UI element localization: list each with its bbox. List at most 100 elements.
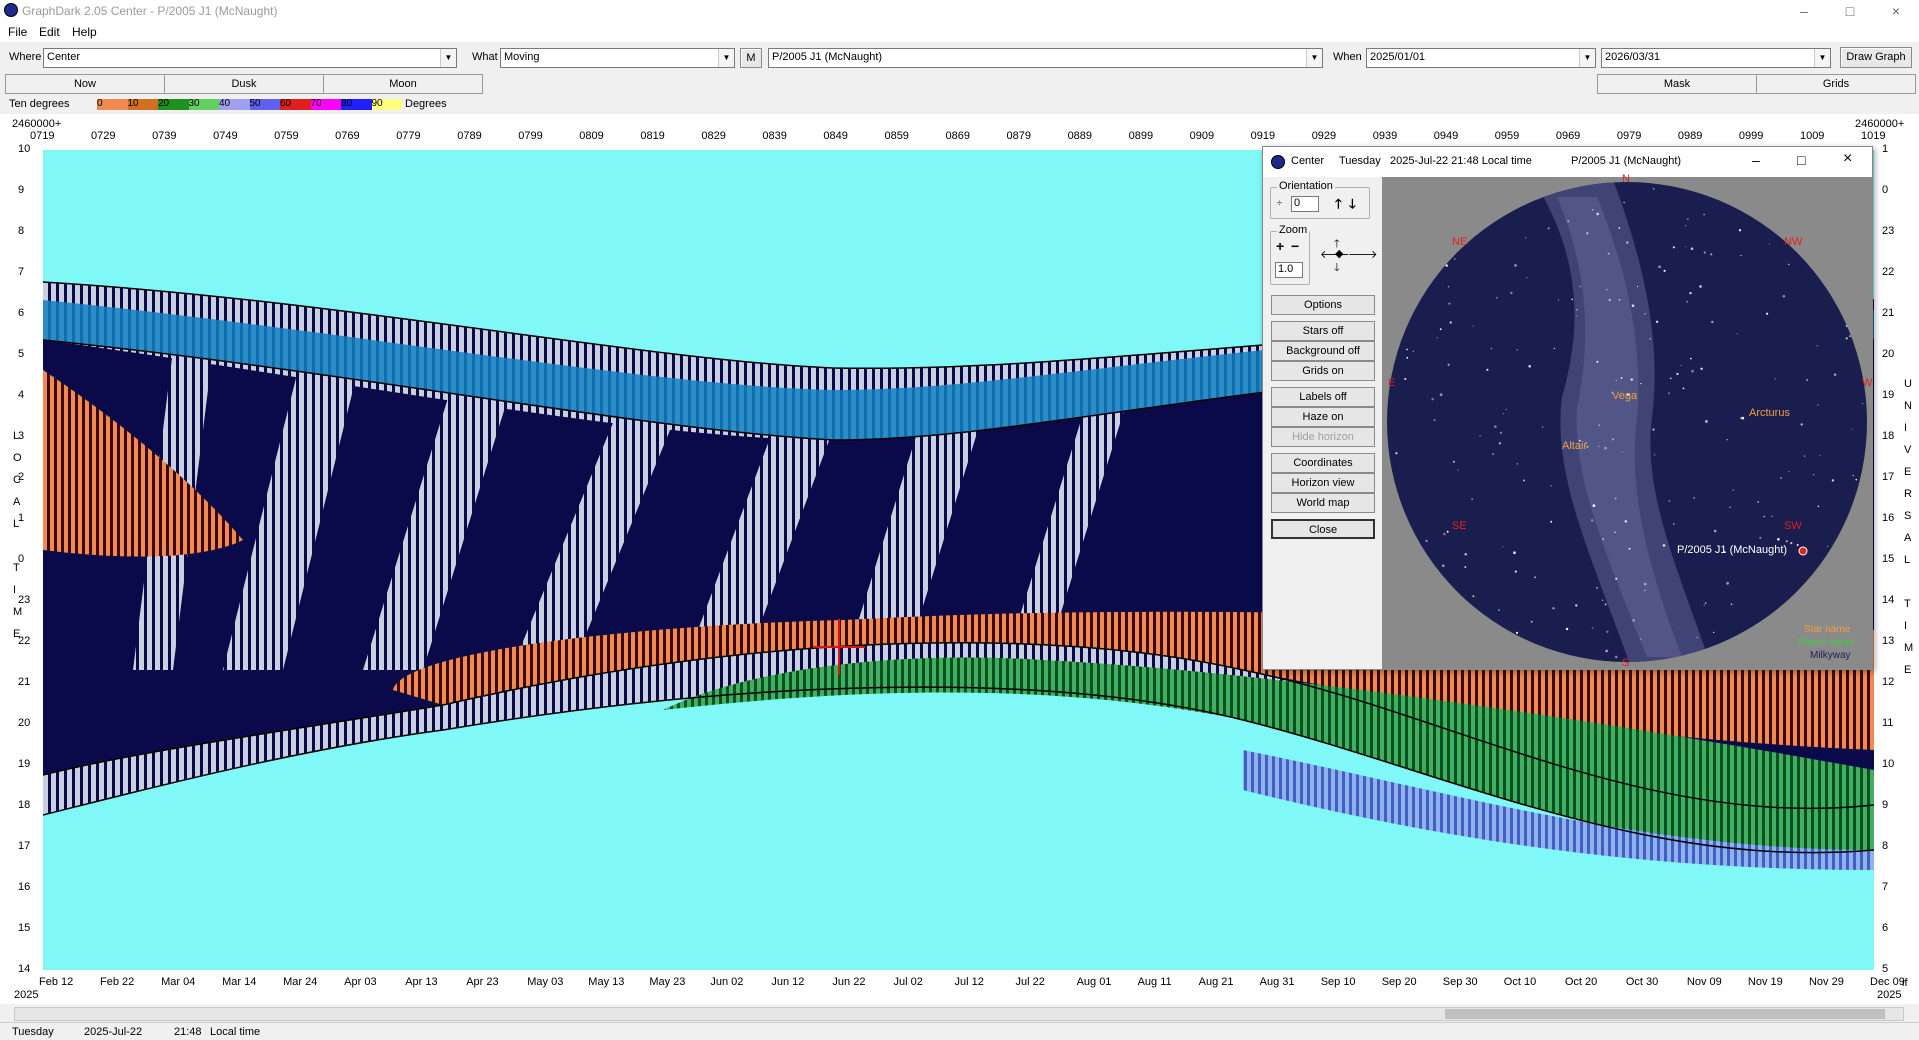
sky-star [1670,377,1672,380]
status-tz: Local time [210,1026,261,1038]
sky-star [1464,194,1466,196]
sky-star [1542,426,1544,428]
zoom-input[interactable]: 1.0 [1275,262,1303,278]
orientation-spin-icon[interactable]: ÷ [1277,198,1282,208]
sky-star [1515,631,1519,634]
jd-tick: 0999 [1738,130,1764,142]
jd-offset-right: 2460000+ [1855,118,1905,130]
where-select[interactable]: Center ▼ [43,48,457,68]
sky-star [1436,337,1438,339]
ut-tick: 10 [1882,758,1895,770]
sky-app-icon [1271,155,1285,169]
sky-star [1813,239,1815,241]
menu-edit[interactable]: Edit [39,25,60,39]
sky-close-button[interactable]: × [1843,150,1852,168]
maximize-button[interactable]: □ [1827,0,1873,22]
options-button[interactable]: Options [1271,295,1375,315]
sky-star [1693,497,1695,499]
sky-star [1652,428,1655,431]
axis-title-letter: T [13,562,20,574]
horizon-view-button[interactable]: Horizon view [1271,473,1375,493]
sky-star [1498,609,1500,612]
sky-star [1454,258,1456,260]
sky-star [1786,658,1790,661]
legend-tick: 0 [97,98,103,109]
tab-now[interactable]: Now [5,74,165,94]
tab-dusk[interactable]: Dusk [164,74,324,94]
jd-tick: 0829 [701,130,726,142]
sky-view-window[interactable]: Center Tuesday 2025-Jul-22 21:48 Local t… [1262,146,1873,670]
ut-tick: 15 [1882,553,1895,565]
sky-star [1757,501,1760,503]
stars-off-button[interactable]: Stars off [1271,321,1375,341]
sky-star [1740,417,1742,419]
sky-star [1686,300,1688,303]
end-date-select[interactable]: 2026/03/31 ▼ [1601,48,1831,68]
close-button[interactable]: × [1873,0,1919,22]
sky-star [1741,416,1745,420]
close-sky-button[interactable]: Close [1271,519,1375,539]
sky-star [1768,243,1770,245]
orientation-input[interactable]: 0 [1291,196,1319,212]
what-select[interactable]: Moving ▼ [500,48,735,68]
date-tick: Jul 22 [1015,976,1045,988]
sky-star [1601,599,1604,602]
sky-star [1526,666,1527,667]
legend-planet-name: Planet name [1798,637,1855,648]
star-label-arcturus: Arcturus [1749,407,1790,419]
haze-on-button[interactable]: Haze on [1271,407,1375,427]
date-tick: Apr 23 [466,976,499,988]
sky-star [1517,198,1521,201]
sky-star [1550,520,1553,523]
coordinates-button[interactable]: Coordinates [1271,453,1375,473]
start-date-select[interactable]: 2025/01/01 ▼ [1366,48,1596,68]
sky-star [1740,254,1742,257]
sky-star [1857,316,1860,318]
sky-star [1390,327,1393,330]
jd-tick: 0719 [30,130,55,142]
minimize-button[interactable]: – [1781,0,1827,22]
sky-minimize-button[interactable]: – [1752,152,1760,168]
horizontal-scrollbar[interactable] [14,1007,1904,1021]
axis-title-letter: M [13,606,23,618]
sky-chart-panel[interactable]: N NE NW E W SE SW S Vega Arcturus Altair… [1382,173,1872,670]
arrow-up-icon[interactable]: 🡑 [1335,195,1342,217]
sky-star [1709,178,1710,179]
tab-moon[interactable]: Moon [323,74,483,94]
arrow-down-icon[interactable]: 🡓 [1349,195,1356,217]
object-select[interactable]: P/2005 J1 (McNaught) ▼ [768,48,1323,68]
zoom-group: Zoom + − 1.0 [1270,224,1310,285]
world-map-button[interactable]: World map [1271,493,1375,513]
sky-star [1439,328,1442,331]
labels-off-button[interactable]: Labels off [1271,387,1375,407]
sky-star [1702,180,1703,181]
background-off-button[interactable]: Background off [1271,341,1375,361]
ut-tick: 11 [1882,717,1894,729]
sky-maximize-button[interactable]: □ [1797,152,1805,168]
sky-star [1826,545,1829,547]
grids-on-button[interactable]: Grids on [1271,361,1375,381]
axis-title-letter: L [1904,554,1911,566]
what-label: What [472,51,498,63]
zoom-out-icon[interactable]: − [1291,238,1299,254]
sky-star [1425,539,1428,543]
sky-star [1615,577,1618,580]
sky-star [1704,602,1707,604]
sky-star [1686,218,1689,221]
date-tick: Feb 22 [100,976,135,988]
jd-tick: 0939 [1372,130,1398,142]
m-button[interactable]: M [740,48,762,68]
draw-graph-button[interactable]: Draw Graph [1840,47,1912,68]
sky-star [1551,185,1554,187]
pan-control-icon[interactable]: 🡑 🡓 🡐 🡒 ◆ [1318,237,1378,281]
tab-mask[interactable]: Mask [1597,74,1757,94]
scrollbar-thumb[interactable] [1445,1009,1885,1019]
sky-map[interactable] [1382,177,1872,670]
tab-grids[interactable]: Grids [1756,74,1916,94]
ut-tick: 23 [1882,225,1895,237]
zoom-in-icon[interactable]: + [1276,238,1284,254]
sky-star [1803,455,1806,457]
menu-file[interactable]: File [8,25,27,39]
date-tick: Oct 10 [1503,976,1537,988]
menu-help[interactable]: Help [72,25,97,39]
